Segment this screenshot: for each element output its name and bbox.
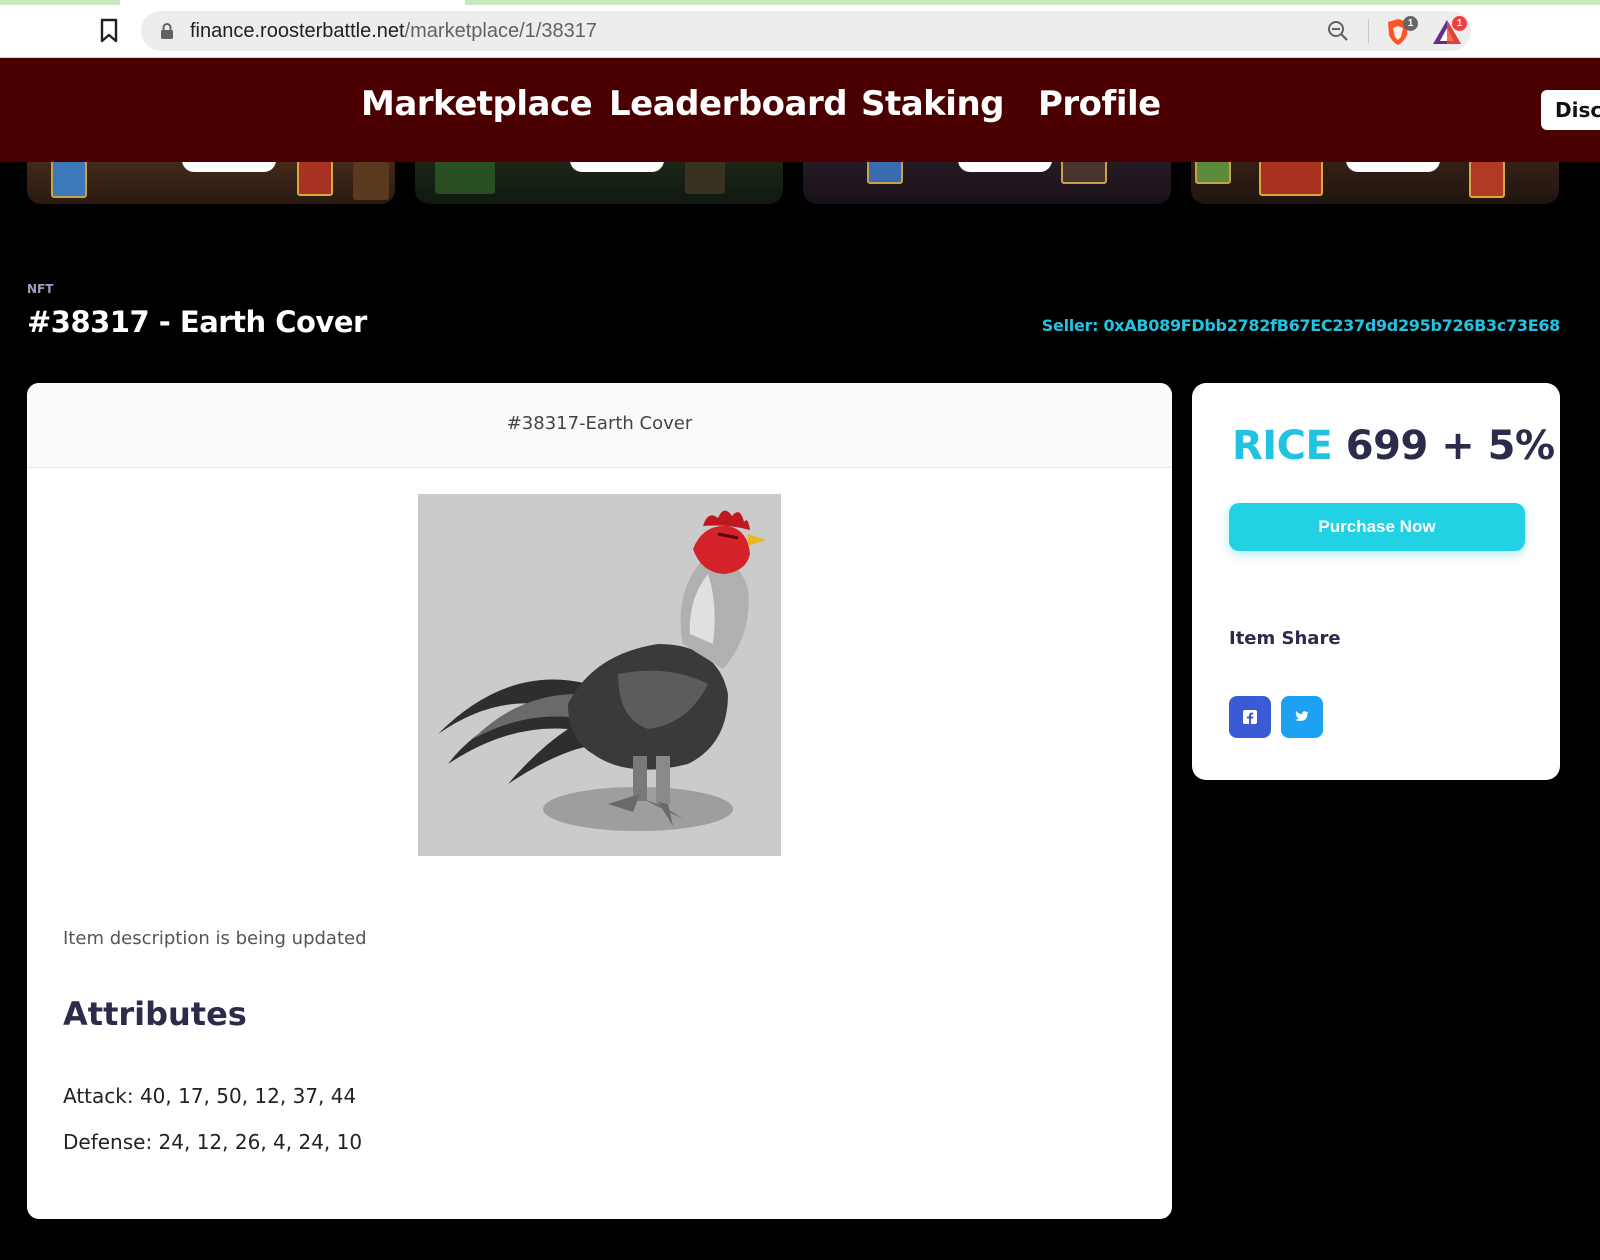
facebook-icon: [1243, 710, 1257, 724]
page-load-progress: [0, 0, 1600, 5]
nav-leaderboard[interactable]: Leaderboard: [609, 84, 848, 124]
nft-label: NFT: [27, 282, 54, 296]
site-navigation: Marketplace Leaderboard Staking Profile …: [0, 58, 1600, 162]
nav-marketplace[interactable]: Marketplace: [361, 84, 593, 124]
browser-toolbar: finance.roosterbattle.net/marketplace/1/…: [0, 0, 1600, 58]
attributes-heading: Attributes: [63, 995, 247, 1033]
rooster-image: [418, 494, 781, 856]
purchase-card: RICE 699 + 5% Purchase Now Item Share: [1192, 383, 1560, 780]
nav-profile[interactable]: Profile: [1038, 84, 1161, 124]
price: RICE 699 + 5%: [1232, 423, 1555, 469]
page-title: #38317 - Earth Cover: [27, 305, 367, 339]
card-header: #38317-Earth Cover: [27, 383, 1172, 468]
card-title: #38317-Earth Cover: [506, 413, 693, 434]
url-text[interactable]: finance.roosterbattle.net/marketplace/1/…: [190, 20, 597, 43]
url-host: finance.roosterbattle.net: [190, 20, 405, 42]
address-bar[interactable]: finance.roosterbattle.net/marketplace/1/…: [141, 11, 1471, 51]
discord-button[interactable]: Disc: [1541, 90, 1600, 130]
share-twitter-button[interactable]: [1281, 696, 1323, 738]
price-amount: 699 + 5%: [1332, 423, 1555, 469]
twitter-icon: [1295, 711, 1309, 721]
seller-address[interactable]: Seller: 0xAB089FDbb2782fB67EC237d9d295b7…: [1042, 316, 1561, 335]
purchase-now-button[interactable]: Purchase Now: [1229, 503, 1525, 551]
shield-count-badge: 1: [1403, 16, 1418, 31]
item-description: Item description is being updated: [63, 928, 367, 949]
attack-attribute: Attack: 40, 17, 50, 12, 37, 44: [63, 1084, 357, 1108]
lock-icon[interactable]: [159, 22, 175, 40]
item-detail-card: #38317-Earth Cover Item description is b…: [27, 383, 1172, 1219]
zoom-out-icon[interactable]: [1327, 20, 1349, 42]
price-currency: RICE: [1232, 423, 1333, 469]
rewards-count-badge: 1: [1452, 16, 1467, 31]
url-path: /marketplace/1/38317: [404, 20, 597, 42]
share-facebook-button[interactable]: [1229, 696, 1271, 738]
item-share-label: Item Share: [1229, 628, 1341, 649]
nav-staking[interactable]: Staking: [861, 84, 1005, 124]
toolbar-divider: [1368, 19, 1369, 43]
defense-attribute: Defense: 24, 12, 26, 4, 24, 10: [63, 1130, 363, 1154]
bookmark-icon[interactable]: [98, 18, 120, 44]
